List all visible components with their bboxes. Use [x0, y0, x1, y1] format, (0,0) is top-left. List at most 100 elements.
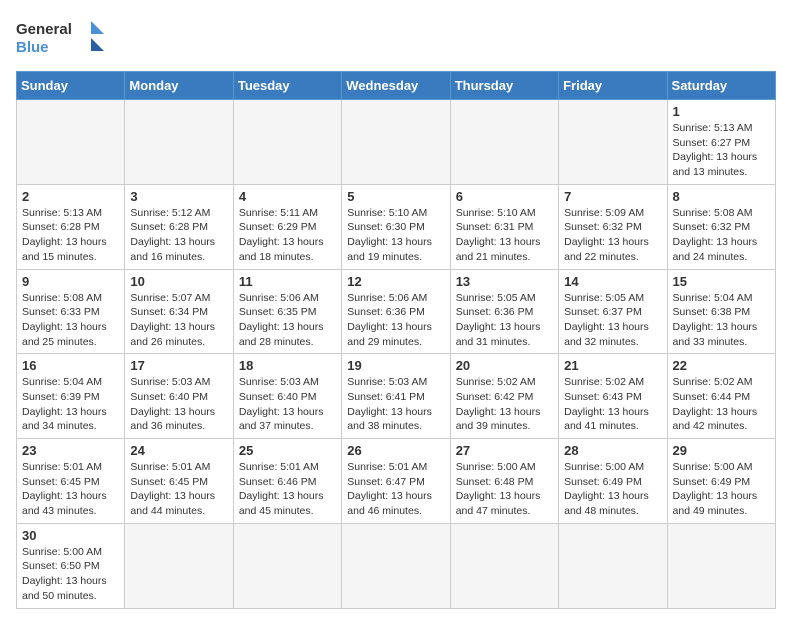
day-info: Sunrise: 5:03 AM Sunset: 6:40 PM Dayligh…: [239, 375, 336, 434]
day-info: Sunrise: 5:01 AM Sunset: 6:45 PM Dayligh…: [130, 460, 227, 519]
day-info: Sunrise: 5:02 AM Sunset: 6:43 PM Dayligh…: [564, 375, 661, 434]
day-info: Sunrise: 5:00 AM Sunset: 6:50 PM Dayligh…: [22, 545, 119, 604]
calendar-week-2: 2 Sunrise: 5:13 AM Sunset: 6:28 PM Daylig…: [17, 184, 776, 269]
day-number: 20: [456, 358, 553, 373]
calendar-cell: 11Sunrise: 5:06 AM Sunset: 6:35 PM Dayli…: [233, 269, 341, 354]
weekday-header-monday: Monday: [125, 72, 233, 100]
day-number: 6: [456, 189, 553, 204]
calendar-cell: [233, 523, 341, 608]
day-info: Sunrise: 5:12 AM Sunset: 6:28 PM Dayligh…: [130, 206, 227, 265]
calendar-cell: 12 Sunrise: 5:06 AM Sunset: 6:36 PM Dayli…: [342, 269, 450, 354]
day-number: 25: [239, 443, 336, 458]
day-number: 3: [130, 189, 227, 204]
day-info: Sunrise: 5:00 AM Sunset: 6:49 PM Dayligh…: [564, 460, 661, 519]
calendar-week-4: 16 Sunrise: 5:04 AM Sunset: 6:39 PM Dayli…: [17, 354, 776, 439]
day-info: Sunrise: 5:01 AM Sunset: 6:47 PM Dayligh…: [347, 460, 444, 519]
calendar-cell: 23 Sunrise: 5:01 AM Sunset: 6:45 PM Dayli…: [17, 439, 125, 524]
calendar-cell: 1 Sunrise: 5:13 AM Sunset: 6:27 PM Daylig…: [667, 100, 775, 185]
day-number: 23: [22, 443, 119, 458]
day-number: 19: [347, 358, 444, 373]
calendar-cell: 9 Sunrise: 5:08 AM Sunset: 6:33 PM Daylig…: [17, 269, 125, 354]
day-number: 16: [22, 358, 119, 373]
calendar-cell: [559, 523, 667, 608]
calendar-cell: 25 Sunrise: 5:01 AM Sunset: 6:46 PM Dayli…: [233, 439, 341, 524]
weekday-header-friday: Friday: [559, 72, 667, 100]
day-number: 11: [239, 274, 336, 289]
calendar-cell: 16 Sunrise: 5:04 AM Sunset: 6:39 PM Dayli…: [17, 354, 125, 439]
day-number: 15: [673, 274, 770, 289]
day-info: Sunrise: 5:08 AM Sunset: 6:33 PM Dayligh…: [22, 291, 119, 350]
weekday-header-sunday: Sunday: [17, 72, 125, 100]
calendar-cell: [125, 523, 233, 608]
weekday-header-tuesday: Tuesday: [233, 72, 341, 100]
day-info: Sunrise: 5:05 AM Sunset: 6:36 PM Dayligh…: [456, 291, 553, 350]
calendar-cell: 26Sunrise: 5:01 AM Sunset: 6:47 PM Dayli…: [342, 439, 450, 524]
weekday-header-row: SundayMondayTuesdayWednesdayThursdayFrid…: [17, 72, 776, 100]
day-number: 7: [564, 189, 661, 204]
day-number: 14: [564, 274, 661, 289]
calendar-cell: [233, 100, 341, 185]
weekday-header-thursday: Thursday: [450, 72, 558, 100]
day-info: Sunrise: 5:05 AM Sunset: 6:37 PM Dayligh…: [564, 291, 661, 350]
logo-svg: General Blue: [16, 16, 106, 61]
calendar-cell: 15 Sunrise: 5:04 AM Sunset: 6:38 PM Dayli…: [667, 269, 775, 354]
calendar-week-6: 30Sunrise: 5:00 AM Sunset: 6:50 PM Dayli…: [17, 523, 776, 608]
weekday-header-saturday: Saturday: [667, 72, 775, 100]
day-number: 17: [130, 358, 227, 373]
day-info: Sunrise: 5:10 AM Sunset: 6:30 PM Dayligh…: [347, 206, 444, 265]
calendar-cell: 29Sunrise: 5:00 AM Sunset: 6:49 PM Dayli…: [667, 439, 775, 524]
calendar-cell: [17, 100, 125, 185]
calendar-cell: 18 Sunrise: 5:03 AM Sunset: 6:40 PM Dayli…: [233, 354, 341, 439]
calendar-cell: 14 Sunrise: 5:05 AM Sunset: 6:37 PM Dayli…: [559, 269, 667, 354]
day-number: 12: [347, 274, 444, 289]
day-number: 1: [673, 104, 770, 119]
day-number: 9: [22, 274, 119, 289]
calendar-week-3: 9 Sunrise: 5:08 AM Sunset: 6:33 PM Daylig…: [17, 269, 776, 354]
calendar-cell: 24Sunrise: 5:01 AM Sunset: 6:45 PM Dayli…: [125, 439, 233, 524]
calendar-table: SundayMondayTuesdayWednesdayThursdayFrid…: [16, 71, 776, 609]
calendar-cell: 22 Sunrise: 5:02 AM Sunset: 6:44 PM Dayli…: [667, 354, 775, 439]
page-header: General Blue: [16, 16, 776, 61]
day-number: 27: [456, 443, 553, 458]
day-info: Sunrise: 5:02 AM Sunset: 6:42 PM Dayligh…: [456, 375, 553, 434]
svg-text:General: General: [16, 21, 72, 38]
day-number: 5: [347, 189, 444, 204]
calendar-cell: [450, 523, 558, 608]
day-number: 2: [22, 189, 119, 204]
day-number: 10: [130, 274, 227, 289]
calendar-cell: 27 Sunrise: 5:00 AM Sunset: 6:48 PM Dayli…: [450, 439, 558, 524]
day-info: Sunrise: 5:11 AM Sunset: 6:29 PM Dayligh…: [239, 206, 336, 265]
day-info: Sunrise: 5:02 AM Sunset: 6:44 PM Dayligh…: [673, 375, 770, 434]
calendar-cell: 20 Sunrise: 5:02 AM Sunset: 6:42 PM Dayli…: [450, 354, 558, 439]
day-number: 13: [456, 274, 553, 289]
calendar-cell: 7Sunrise: 5:09 AM Sunset: 6:32 PM Daylig…: [559, 184, 667, 269]
day-number: 18: [239, 358, 336, 373]
day-number: 8: [673, 189, 770, 204]
day-info: Sunrise: 5:13 AM Sunset: 6:27 PM Dayligh…: [673, 121, 770, 180]
day-info: Sunrise: 5:04 AM Sunset: 6:38 PM Dayligh…: [673, 291, 770, 350]
day-info: Sunrise: 5:04 AM Sunset: 6:39 PM Dayligh…: [22, 375, 119, 434]
day-info: Sunrise: 5:00 AM Sunset: 6:49 PM Dayligh…: [673, 460, 770, 519]
calendar-cell: 17 Sunrise: 5:03 AM Sunset: 6:40 PM Dayli…: [125, 354, 233, 439]
day-info: Sunrise: 5:13 AM Sunset: 6:28 PM Dayligh…: [22, 206, 119, 265]
calendar-cell: 2 Sunrise: 5:13 AM Sunset: 6:28 PM Daylig…: [17, 184, 125, 269]
svg-text:Blue: Blue: [16, 39, 49, 56]
day-info: Sunrise: 5:08 AM Sunset: 6:32 PM Dayligh…: [673, 206, 770, 265]
day-number: 22: [673, 358, 770, 373]
day-info: Sunrise: 5:10 AM Sunset: 6:31 PM Dayligh…: [456, 206, 553, 265]
day-info: Sunrise: 5:01 AM Sunset: 6:46 PM Dayligh…: [239, 460, 336, 519]
day-number: 21: [564, 358, 661, 373]
weekday-header-wednesday: Wednesday: [342, 72, 450, 100]
calendar-cell: 8 Sunrise: 5:08 AM Sunset: 6:32 PM Daylig…: [667, 184, 775, 269]
day-info: Sunrise: 5:03 AM Sunset: 6:41 PM Dayligh…: [347, 375, 444, 434]
calendar-cell: 4Sunrise: 5:11 AM Sunset: 6:29 PM Daylig…: [233, 184, 341, 269]
day-info: Sunrise: 5:07 AM Sunset: 6:34 PM Dayligh…: [130, 291, 227, 350]
calendar-cell: 30Sunrise: 5:00 AM Sunset: 6:50 PM Dayli…: [17, 523, 125, 608]
calendar-cell: 6 Sunrise: 5:10 AM Sunset: 6:31 PM Daylig…: [450, 184, 558, 269]
day-info: Sunrise: 5:01 AM Sunset: 6:45 PM Dayligh…: [22, 460, 119, 519]
day-number: 28: [564, 443, 661, 458]
day-info: Sunrise: 5:03 AM Sunset: 6:40 PM Dayligh…: [130, 375, 227, 434]
day-info: Sunrise: 5:00 AM Sunset: 6:48 PM Dayligh…: [456, 460, 553, 519]
day-info: Sunrise: 5:06 AM Sunset: 6:36 PM Dayligh…: [347, 291, 444, 350]
calendar-cell: 10 Sunrise: 5:07 AM Sunset: 6:34 PM Dayli…: [125, 269, 233, 354]
